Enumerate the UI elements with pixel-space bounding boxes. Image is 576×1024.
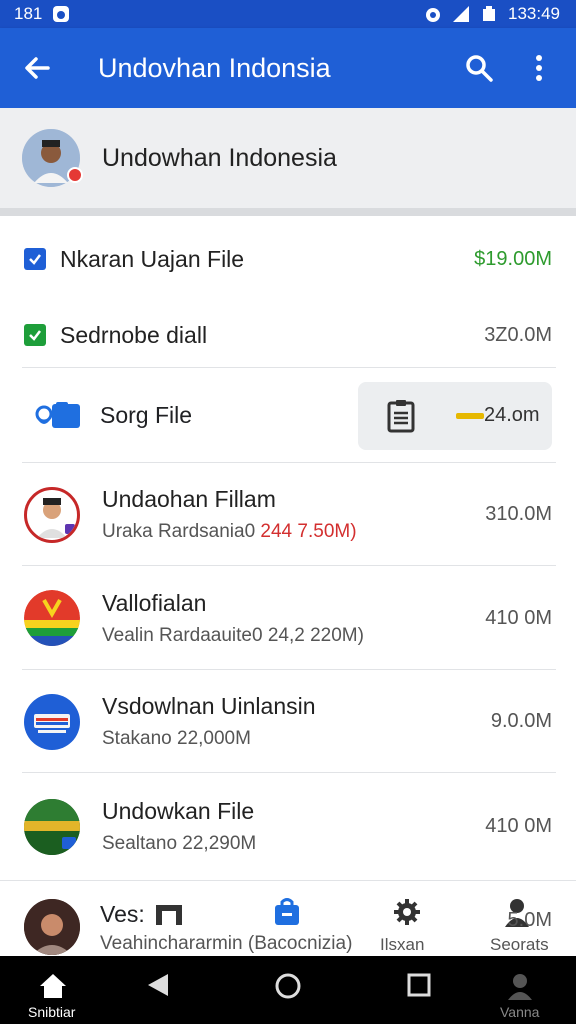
- checkbox-checked[interactable]: [24, 324, 46, 346]
- item-title: Undowkan File: [102, 798, 255, 824]
- file-label: Sorg File: [100, 402, 193, 428]
- shopping-bag-icon: [275, 898, 299, 925]
- list-item[interactable]: Undowkan File Sealtano 22,290M 410 0M: [0, 773, 576, 880]
- status-time-right: 133:49: [508, 4, 560, 23]
- item-size: 9.0.0M: [490, 710, 552, 732]
- status-bar: 181 133:49: [0, 0, 576, 28]
- back-button[interactable]: [14, 45, 60, 91]
- section-divider: [0, 208, 576, 216]
- item-subtitle: Stakano 22,000M: [102, 728, 251, 749]
- item-subtitle: Uraka Rardsania0 244 7.50M): [102, 521, 357, 542]
- item-size: 3Z0.0M: [484, 323, 552, 346]
- gear-icon: [394, 899, 420, 925]
- list-item[interactable]: Nkaran Uajan File $19.00M: [0, 216, 576, 302]
- search-icon: [466, 55, 493, 82]
- user-avatar[interactable]: [24, 899, 80, 955]
- alarm-icon: [426, 8, 440, 22]
- file-row[interactable]: Sorg File 24.om: [0, 368, 576, 463]
- check-icon: [29, 330, 41, 341]
- person-avatar-image: [24, 899, 80, 955]
- search-button[interactable]: [456, 45, 502, 91]
- nav-home-label: Snibtiar: [28, 1004, 76, 1020]
- bottom-row-subtitle: Veahinchararmin (Bacocnizia): [100, 933, 353, 954]
- item-avatar: [24, 693, 80, 750]
- item-subtitle: Sealtano 22,290M: [102, 833, 257, 854]
- checkbox-checked[interactable]: [24, 248, 46, 270]
- more-vert-icon: [536, 55, 542, 81]
- checkbox-label: Nkaran Uajan File: [60, 245, 245, 272]
- nav-back-button[interactable]: [146, 972, 170, 998]
- account-name: Undowhan Indonesia: [102, 143, 337, 172]
- status-badge: [67, 167, 83, 183]
- progress-indicator: [456, 412, 484, 419]
- item-avatar: [24, 798, 80, 855]
- account-header[interactable]: Undowhan Indonesia: [0, 108, 576, 208]
- triangle-back-icon: [148, 974, 168, 996]
- app-bar: Undovhan Indonsia: [0, 28, 576, 108]
- home-icon: [40, 974, 66, 998]
- flag-badge-icon: [24, 590, 80, 646]
- clipboard-icon: [387, 399, 415, 432]
- chip-size: 24.om: [484, 404, 540, 426]
- list-item[interactable]: Undaohan Fillam Uraka Rardsania0 244 7.5…: [0, 463, 576, 566]
- file-cloud-icon: [35, 401, 80, 428]
- more-options-button[interactable]: [516, 45, 562, 91]
- bottom-row-title: Ves:: [100, 901, 145, 927]
- item-subtitle: Vealin Rardaauite0 24,2 220M): [102, 624, 364, 646]
- item-title: Vsdowlnan Uinlansin: [102, 693, 316, 719]
- circle-home-icon: [275, 973, 301, 999]
- nav-profile-label: Vanna: [500, 1004, 540, 1020]
- nav-recents-button[interactable]: [406, 972, 432, 998]
- building-icon: [34, 713, 70, 733]
- checkbox-label: Sedrnobe diall: [60, 321, 208, 348]
- item-avatar: [24, 590, 80, 646]
- square-recents-icon: [407, 973, 431, 997]
- notification-icon: [53, 6, 70, 22]
- person-avatar-image: [37, 497, 75, 538]
- item-size: 410 0M: [485, 606, 552, 629]
- file-list: Nkaran Uajan File $19.00M Sedrnobe diall…: [0, 216, 576, 956]
- tab-settings-label: Ilsxan: [380, 935, 425, 954]
- status-time-left: 181: [14, 4, 43, 23]
- page-title: Undovhan Indonsia: [98, 52, 331, 83]
- tab-profile-label: Seorats: [490, 935, 549, 954]
- file-size-chip[interactable]: 24.om: [358, 381, 552, 450]
- folder-tab-icon[interactable]: [154, 903, 184, 927]
- tab-settings[interactable]: [392, 897, 422, 927]
- arrow-back-icon: [25, 57, 50, 79]
- nav-home-circle-button[interactable]: [274, 972, 302, 1000]
- battery-icon: [483, 6, 495, 21]
- landscape-icon: [24, 798, 80, 855]
- item-title: Undaohan Fillam: [102, 486, 276, 512]
- nav-home-button[interactable]: [38, 972, 68, 1000]
- check-icon: [29, 254, 41, 265]
- item-size: 5.0M: [507, 909, 552, 931]
- signal-icon: [453, 6, 469, 22]
- person-icon: [508, 974, 532, 1000]
- item-size: 310.0M: [485, 503, 552, 525]
- list-item[interactable]: Vsdowlnan Uinlansin Stakano 22,000M 9.0.…: [0, 670, 576, 773]
- nav-profile-button[interactable]: [506, 972, 534, 1000]
- item-title: Vallofialan: [102, 589, 207, 616]
- bottom-toolbar-row: Ves: Veahinchararmin (Bacocnizia) Ilsxan…: [0, 880, 576, 956]
- item-avatar: [24, 486, 80, 543]
- item-size: 410 0M: [485, 815, 552, 837]
- account-avatar: [22, 129, 83, 187]
- item-size: $19.00M: [474, 247, 552, 270]
- system-nav-bar: Snibtiar Vanna: [0, 956, 576, 1024]
- list-item[interactable]: Vallofialan Vealin Rardaauite0 24,2 220M…: [0, 566, 576, 670]
- list-item[interactable]: Sedrnobe diall 3Z0.0M: [0, 302, 576, 368]
- tab-shopping[interactable]: [272, 897, 302, 927]
